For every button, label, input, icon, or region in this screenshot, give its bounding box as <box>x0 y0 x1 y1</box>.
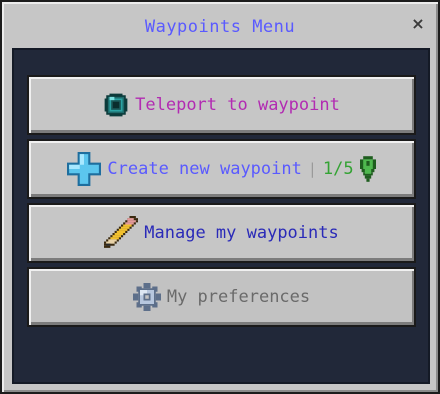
gear-icon <box>132 283 161 311</box>
title-bar: Waypoints Menu × <box>2 2 438 48</box>
close-button[interactable]: × <box>408 14 428 34</box>
window-title: Waypoints Menu <box>144 17 296 37</box>
menu-panel: Teleport to waypoint Create new waypoint… <box>12 48 430 384</box>
create-waypoint-label: Create new waypoint <box>107 159 302 179</box>
preferences-button[interactable]: My preferences <box>27 267 416 327</box>
preferences-label: My preferences <box>166 287 311 307</box>
waypoint-count: 1/5 <box>322 159 354 179</box>
manage-waypoints-button[interactable]: Manage my waypoints <box>27 203 416 263</box>
separator: | <box>307 160 317 178</box>
teleport-button[interactable]: Teleport to waypoint <box>27 75 416 135</box>
waypoints-window: Waypoints Menu × Teleport to waypoint Cr… <box>0 0 440 394</box>
pencil-icon <box>104 216 139 250</box>
manage-waypoints-label: Manage my waypoints <box>144 223 339 243</box>
ender-pearl-icon <box>103 92 129 118</box>
teleport-label: Teleport to waypoint <box>135 95 340 115</box>
create-waypoint-button[interactable]: Create new waypoint | 1/5 <box>27 139 416 199</box>
plus-icon <box>67 152 102 186</box>
map-pin-icon <box>359 156 376 182</box>
